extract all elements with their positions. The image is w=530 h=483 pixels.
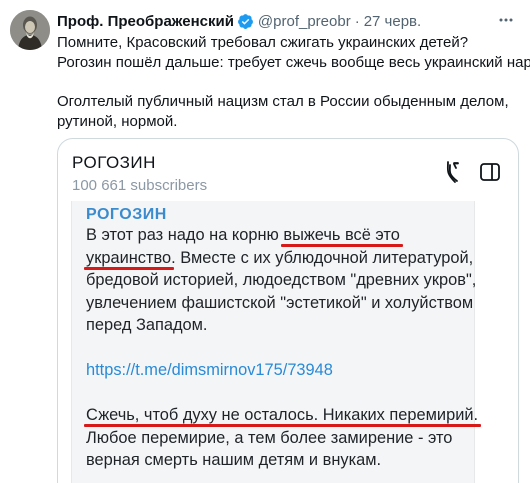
embed-line: увлечением фашистской "эстетикой" и холу… <box>86 293 474 312</box>
embedded-post: РОГОЗИН В этот раз надо на корню выжечь … <box>71 201 479 483</box>
sidebar-panel-icon[interactable] <box>478 160 502 184</box>
tweet-header: Проф. Преображенский @prof_preobr · 27 ч… <box>57 11 421 31</box>
author-handle[interactable]: @prof_preobr <box>258 13 351 30</box>
avatar[interactable] <box>10 10 50 50</box>
embed-link[interactable]: https://t.me/dimsmirnov175/73948 <box>86 359 476 382</box>
embed-channel-name: РОГОЗИН <box>86 206 167 223</box>
author-name[interactable]: Проф. Преображенский <box>57 13 234 30</box>
card-title: РОГОЗИН <box>72 153 156 172</box>
timestamp[interactable]: 27 черв. <box>364 13 422 30</box>
tweet-text: Помните, Красовский требовал сжигать укр… <box>57 33 530 132</box>
highlighted-phrase: украинство <box>86 248 172 267</box>
embed-line: украинство. Вместе с их ублюдочной литер… <box>86 248 474 267</box>
embed-line: перед Западом. <box>86 316 208 334</box>
separator: · <box>354 12 360 30</box>
embed-line: бредовой историей, людоедством "древних … <box>86 271 477 289</box>
verified-badge-icon <box>237 13 254 30</box>
embed-line: В этот раз надо на корню выжечь всё это <box>86 226 400 244</box>
tweet-line: рутиной, нормой. <box>57 113 178 131</box>
tweet-line: Рогозин пошёл дальше: требует сжечь вооб… <box>57 53 530 71</box>
embed-text: В этот раз надо на корню выжечь всё это … <box>86 224 479 472</box>
tweet-line: Помните, Красовский требовал сжигать укр… <box>57 34 469 51</box>
highlighted-phrase: выжечь всё это <box>283 226 400 244</box>
feed-icon[interactable] <box>442 160 466 184</box>
link-card[interactable]: РОГОЗИН 100 661 subscribers РОГОЗИН В эт… <box>57 138 519 483</box>
embed-line: верная смерть нашим детям и внукам. <box>86 451 382 469</box>
more-options-icon[interactable] <box>498 12 514 28</box>
tweet[interactable]: Проф. Преображенский @prof_preobr · 27 ч… <box>0 0 530 483</box>
embed-line: Любое перемирие, а тем более замирение -… <box>86 428 453 447</box>
card-subscribers: 100 661 subscribers <box>72 177 208 194</box>
highlighted-phrase: Сжечь, чтоб духу не осталось. Никаких пе… <box>86 406 479 424</box>
embed-line: Сжечь, чтоб духу не осталось. Никаких пе… <box>86 404 479 427</box>
tweet-line: Оголтелый публичный нацизм стал в России… <box>57 93 509 111</box>
